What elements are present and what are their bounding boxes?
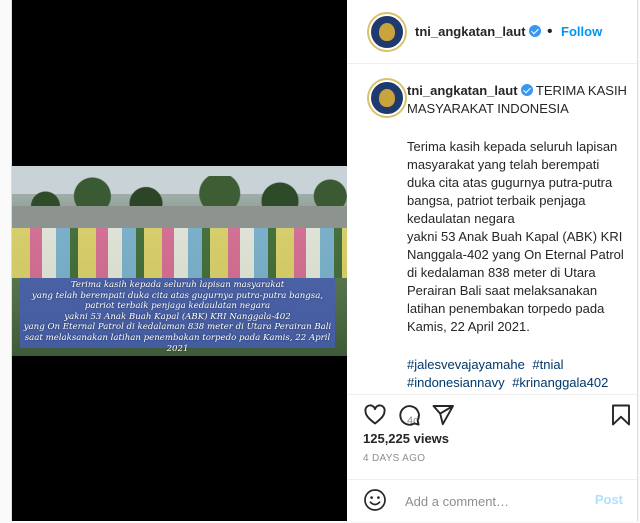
caption-username[interactable]: tni_angkatan_laut xyxy=(407,83,518,98)
view-count[interactable]: 125,225 views xyxy=(363,431,449,446)
post-header: tni_angkatan_laut • Follow xyxy=(347,0,637,64)
post-date[interactable]: 4 DAYS AGO xyxy=(363,453,425,464)
photo-road xyxy=(12,206,347,228)
heart-icon[interactable] xyxy=(363,403,387,427)
comment-icon[interactable] xyxy=(397,403,421,427)
header-user: tni_angkatan_laut • Follow xyxy=(415,23,602,41)
hashtag-link[interactable]: #jalesvevajayamahe xyxy=(407,357,525,372)
avatar[interactable] xyxy=(369,14,405,50)
action-panel: 125,225 views 4 DAYS AGO Post xyxy=(347,394,637,523)
comment-input[interactable] xyxy=(403,491,597,511)
photo-flower-boards xyxy=(12,228,347,278)
hashtag-link[interactable]: #krinanggala402 xyxy=(512,375,608,390)
header-separator: • xyxy=(546,23,553,40)
follow-button[interactable]: Follow xyxy=(561,24,602,39)
caption-body: Terima kasih kepada seluruh lapisan masy… xyxy=(407,139,624,334)
caption-text: tni_angkatan_laut TERIMA KASIH MASYARAKA… xyxy=(407,82,627,430)
post-media[interactable]: Terima kasih kepada seluruh lapisan masy… xyxy=(12,0,347,521)
add-comment-bar: Post xyxy=(347,479,637,522)
video-caption-text: Terima kasih kepada seluruh lapisan masy… xyxy=(23,280,332,354)
post-sidebar: tni_angkatan_laut • Follow tni_angkatan_… xyxy=(347,0,637,521)
caption-verified-badge-icon xyxy=(520,84,533,96)
post-comment-button[interactable]: Post xyxy=(595,492,623,507)
hashtag-link[interactable]: #indonesiannavy xyxy=(407,375,505,390)
action-icons xyxy=(363,403,630,427)
post-dialog: Terima kasih kepada seluruh lapisan masy… xyxy=(11,0,638,521)
header-username[interactable]: tni_angkatan_laut xyxy=(415,24,526,39)
caption-area: tni_angkatan_laut TERIMA KASIH MASYARAKA… xyxy=(347,64,637,427)
share-icon[interactable] xyxy=(431,403,455,427)
emoji-icon[interactable] xyxy=(363,488,387,512)
bookmark-icon[interactable] xyxy=(609,403,633,427)
caption-avatar[interactable] xyxy=(369,80,405,116)
hashtag-list: #jalesvevajayamahe #tnial #indonesiannav… xyxy=(407,356,627,392)
hashtag-link[interactable]: #tnial xyxy=(532,357,563,372)
verified-badge-icon xyxy=(528,25,541,37)
